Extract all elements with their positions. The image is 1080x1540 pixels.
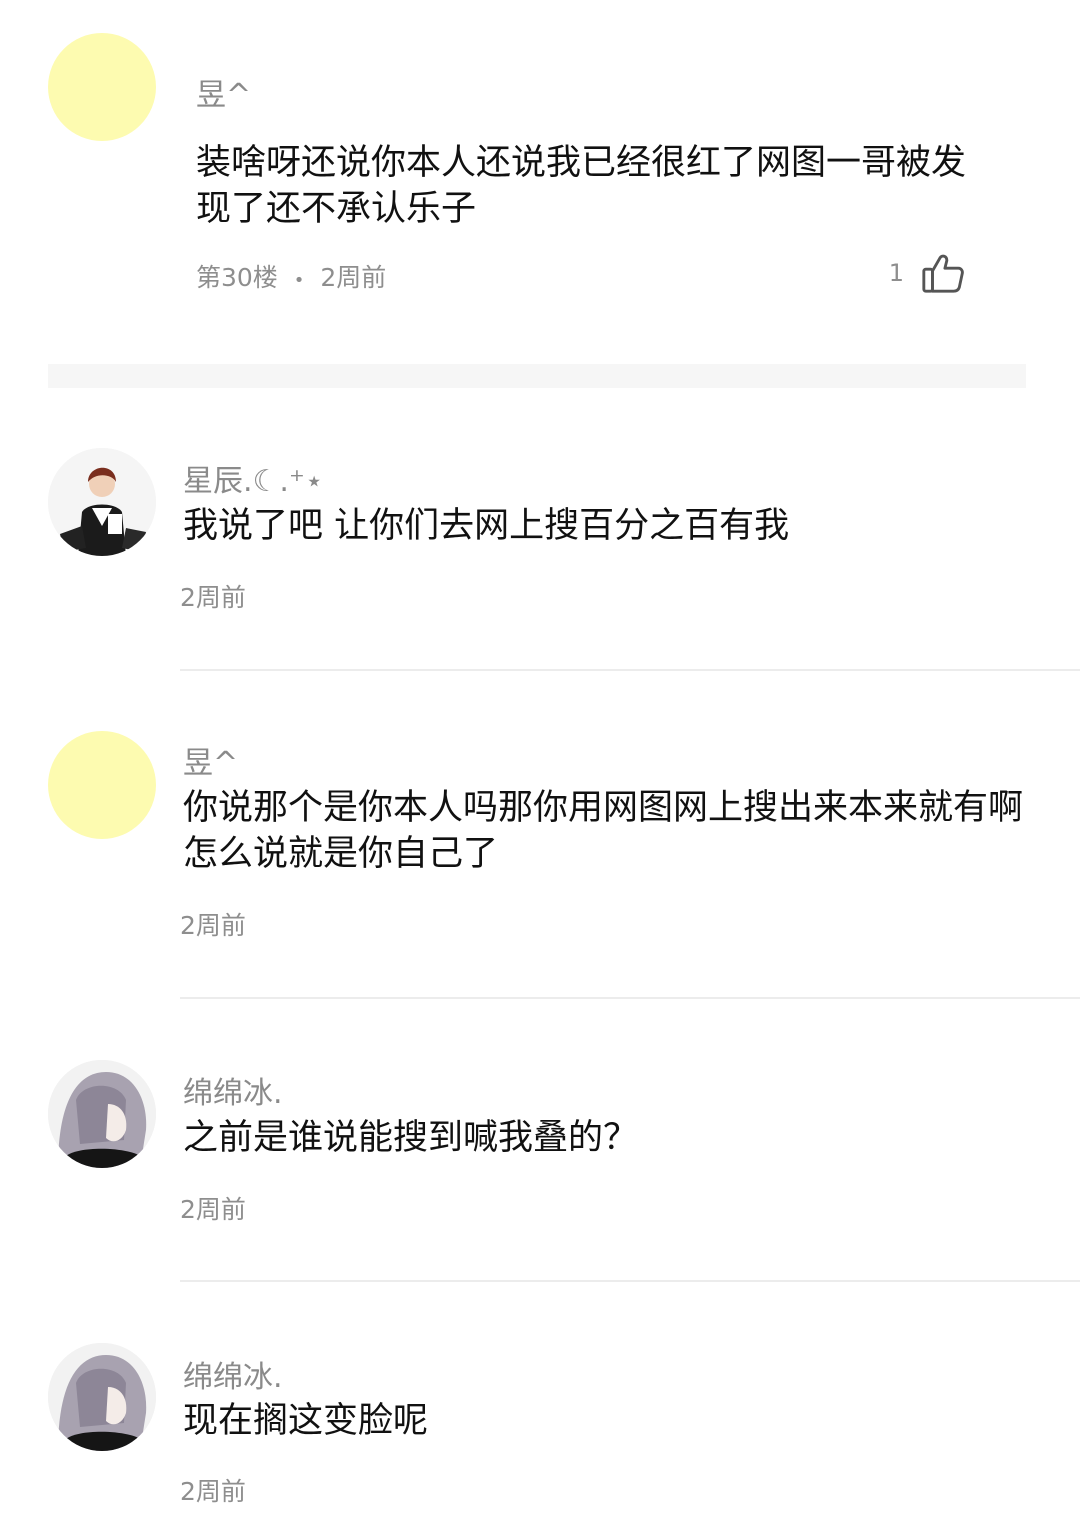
avatar[interactable] xyxy=(48,1343,156,1451)
username[interactable]: 昱^ xyxy=(183,738,238,782)
username[interactable]: 绵绵冰. xyxy=(183,1068,283,1112)
comment-text: 装啥呀还说你本人还说我已经很红了网图一哥被发现了还不承认乐子 xyxy=(196,143,967,229)
floor-number: 第30楼 xyxy=(196,263,278,292)
comment-text: 现在搁这变脸呢 xyxy=(183,1401,429,1441)
comment-text: 我说了吧 让你们去网上搜百分之百有我 xyxy=(183,506,790,546)
meta-separator: • xyxy=(293,270,305,291)
comment-text: 你说那个是你本人吗那你用网图网上搜出来本来就有啊怎么说就是你自己了 xyxy=(183,788,1024,874)
comment-text: 之前是谁说能搜到喊我叠的？ xyxy=(183,1118,639,1158)
thumbs-up-icon xyxy=(920,250,966,296)
comment-time: 2周前 xyxy=(180,1195,246,1224)
username[interactable]: 绵绵冰. xyxy=(183,1352,283,1396)
username[interactable]: 昱^ xyxy=(196,70,251,114)
grey-hair-anime-avatar-icon xyxy=(48,1343,156,1451)
divider xyxy=(180,997,1080,999)
divider xyxy=(180,669,1080,671)
avatar[interactable] xyxy=(48,448,156,556)
like-button[interactable]: 1 xyxy=(889,250,966,296)
comment-time: 2周前 xyxy=(320,263,387,292)
avatar[interactable] xyxy=(48,1060,156,1168)
avatar[interactable] xyxy=(48,33,156,141)
comment-meta: 第30楼 • 2周前 xyxy=(196,258,386,294)
divider xyxy=(180,1280,1080,1282)
comment-time: 2周前 xyxy=(180,583,246,612)
grey-hair-anime-avatar-icon xyxy=(48,1060,156,1168)
avatar[interactable] xyxy=(48,731,156,839)
section-divider xyxy=(48,364,1026,388)
username[interactable]: 星辰.☾.⁺⋆ xyxy=(183,456,324,500)
like-count: 1 xyxy=(888,259,904,287)
anime-boy-avatar-icon xyxy=(48,448,156,556)
comment-time: 2周前 xyxy=(180,1477,246,1506)
comment-time: 2周前 xyxy=(180,911,246,940)
